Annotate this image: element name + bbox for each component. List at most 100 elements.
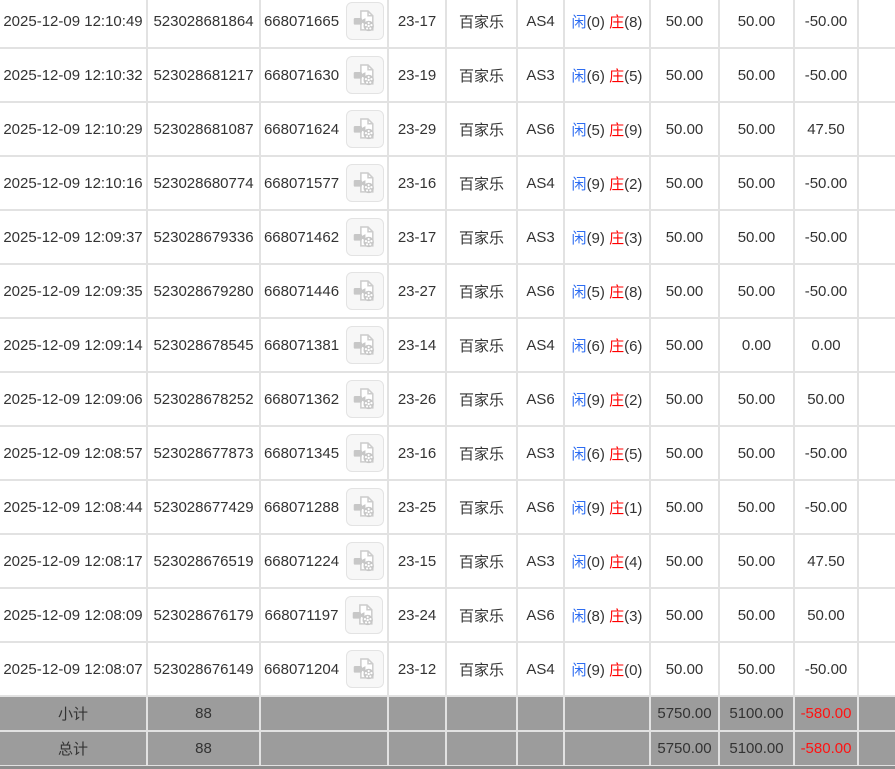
cell-empty: [857, 155, 895, 211]
video-replay-button[interactable]: [346, 56, 385, 94]
bet-records-table: 2025-12-09 12:10:49 523028681864 6680716…: [0, 0, 895, 767]
cell-game-name: 百家乐: [445, 533, 518, 589]
table-row: 2025-12-09 12:09:06 523028678252 6680713…: [0, 371, 895, 427]
cell-table-code: AS6: [516, 263, 565, 319]
cell-win-loss: -50.00: [793, 47, 859, 103]
banker-label: 庄: [609, 607, 625, 625]
cell-bet-id: 523028678252: [146, 371, 261, 427]
cell-round-id: 668071630: [259, 47, 389, 103]
cell-bet-amount[interactable]: 50.00: [649, 479, 720, 535]
banker-label: 庄: [609, 175, 625, 193]
cell-bet-time: 2025-12-09 12:09:35: [0, 263, 148, 319]
video-replay-button[interactable]: [346, 380, 385, 418]
cell-game-result: 闲(9) 庄(3): [563, 209, 651, 265]
cell-table-round-code: 23-15: [387, 533, 447, 589]
cell-bet-time: 2025-12-09 12:10:32: [0, 47, 148, 103]
cell-valid-amount: 50.00: [718, 371, 795, 427]
round-id-text: 668071362: [263, 390, 340, 408]
cell-empty: [857, 479, 895, 535]
cell-bet-amount[interactable]: 50.00: [649, 587, 720, 643]
cell-bet-amount[interactable]: 50.00: [649, 0, 720, 49]
video-replay-button[interactable]: [346, 218, 385, 256]
video-replay-button[interactable]: [346, 2, 385, 40]
cell-bet-id: 523028681217: [146, 47, 261, 103]
player-points: (9): [586, 661, 605, 679]
cell-round-id: 668071204: [259, 641, 389, 697]
cell-table-code: AS4: [516, 155, 565, 211]
cell-bet-amount[interactable]: 50.00: [649, 641, 720, 697]
cell-game-result: 闲(5) 庄(8): [563, 263, 651, 319]
cell-table-round-code: 23-25: [387, 479, 447, 535]
table-row: 2025-12-09 12:08:17 523028676519 6680712…: [0, 533, 895, 589]
subtotal-label: 小计: [0, 695, 148, 732]
cell-empty: [857, 641, 895, 697]
cell-bet-time: 2025-12-09 12:08:44: [0, 479, 148, 535]
cell-table-code: AS4: [516, 641, 565, 697]
cell-table-code: AS4: [516, 317, 565, 373]
video-file-icon: [353, 334, 374, 356]
cell-table-round-code: 23-27: [387, 263, 447, 319]
cell-empty: [857, 209, 895, 265]
cell-game-result: 闲(9) 庄(1): [563, 479, 651, 535]
video-replay-button[interactable]: [346, 488, 385, 526]
table-row: 2025-12-09 12:09:35 523028679280 6680714…: [0, 263, 895, 319]
cell-bet-id: 523028676519: [146, 533, 261, 589]
cell-round-id: 668071462: [259, 209, 389, 265]
player-label: 闲: [571, 13, 587, 31]
round-id-text: 668071288: [263, 498, 340, 516]
video-replay-button[interactable]: [346, 650, 385, 688]
banker-label: 庄: [609, 283, 625, 301]
cell-valid-amount: 50.00: [718, 101, 795, 157]
table-row: 2025-12-09 12:10:29 523028681087 6680716…: [0, 101, 895, 157]
cell-empty: [857, 371, 895, 427]
cell-valid-amount: 50.00: [718, 533, 795, 589]
cell-valid-amount: 50.00: [718, 0, 795, 49]
cell-game-name: 百家乐: [445, 0, 518, 49]
cell-valid-amount: 50.00: [718, 155, 795, 211]
video-replay-button[interactable]: [346, 326, 385, 364]
cell-bet-amount[interactable]: 50.00: [649, 425, 720, 481]
cell-win-loss: -50.00: [793, 155, 859, 211]
cell-table-code: AS6: [516, 587, 565, 643]
video-replay-button[interactable]: [345, 596, 384, 634]
bet-records-table-viewport: 2025-12-09 12:10:49 523028681864 6680716…: [0, 0, 895, 769]
cell-round-id: 668071446: [259, 263, 389, 319]
cell-bet-amount[interactable]: 50.00: [649, 371, 720, 427]
video-replay-button[interactable]: [346, 272, 385, 310]
banker-label: 庄: [609, 661, 625, 679]
cell-bet-amount[interactable]: 50.00: [649, 317, 720, 373]
cell-valid-amount: 50.00: [718, 479, 795, 535]
video-replay-button[interactable]: [346, 110, 385, 148]
cell-bet-amount[interactable]: 50.00: [649, 101, 720, 157]
video-file-icon: [353, 118, 374, 140]
cell-bet-time: 2025-12-09 12:10:29: [0, 101, 148, 157]
video-replay-button[interactable]: [346, 164, 385, 202]
cell-bet-id: 523028679336: [146, 209, 261, 265]
cell-bet-amount[interactable]: 50.00: [649, 209, 720, 265]
round-id-text: 668071204: [263, 660, 340, 678]
round-id-text: 668071624: [263, 120, 340, 138]
cell-game-name: 百家乐: [445, 587, 518, 643]
player-points: (0): [586, 13, 605, 31]
cell-game-result: 闲(9) 庄(0): [563, 641, 651, 697]
cell-empty: [857, 317, 895, 373]
player-label: 闲: [571, 67, 587, 85]
cell-bet-time: 2025-12-09 12:08:07: [0, 641, 148, 697]
cell-bet-amount[interactable]: 50.00: [649, 155, 720, 211]
video-replay-button[interactable]: [346, 434, 385, 472]
cell-table-round-code: 23-29: [387, 101, 447, 157]
video-replay-button[interactable]: [346, 542, 385, 580]
subtotal-count: 88: [146, 695, 261, 732]
video-file-icon: [353, 496, 374, 518]
cell-bet-amount[interactable]: 50.00: [649, 533, 720, 589]
cell-bet-amount[interactable]: 50.00: [649, 47, 720, 103]
cell-bet-amount[interactable]: 50.00: [649, 263, 720, 319]
subtotal-valid-amount: 5100.00: [718, 695, 795, 732]
cell-empty: [259, 730, 389, 767]
player-points: (9): [586, 499, 605, 517]
cell-bet-id: 523028679280: [146, 263, 261, 319]
banker-label: 庄: [609, 337, 625, 355]
cell-win-loss: -50.00: [793, 209, 859, 265]
banker-label: 庄: [609, 121, 625, 139]
cell-bet-time: 2025-12-09 12:09:06: [0, 371, 148, 427]
